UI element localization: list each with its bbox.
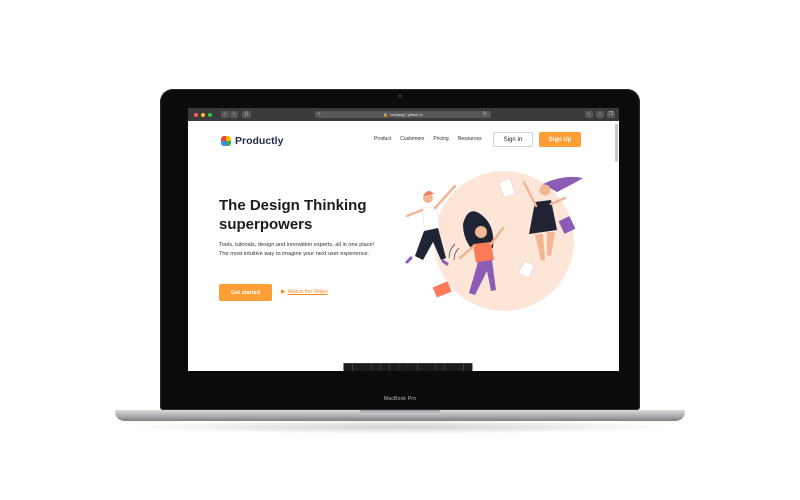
hero-title: The Design Thinking superpowers <box>219 197 367 233</box>
nav-customers[interactable]: Customers <box>400 136 424 142</box>
scrollbar[interactable] <box>615 124 618 162</box>
sidebar-icon[interactable]: ▯ <box>242 111 251 118</box>
get-started-button[interactable]: Get started <box>219 284 272 301</box>
watch-video-label: Watch the Video <box>287 288 328 295</box>
url-text: bchiang7.github.io <box>390 112 423 117</box>
close-window-icon[interactable] <box>194 112 198 117</box>
download-icon[interactable]: ↓ <box>585 111 593 118</box>
share-icon[interactable]: ↑ <box>596 111 604 118</box>
nav-pricing[interactable]: Pricing <box>433 136 448 142</box>
address-bar[interactable]: ≡ 🔒 bchiang7.github.io ↻ <box>315 111 491 118</box>
sign-in-button[interactable]: Sign In <box>493 132 533 147</box>
sign-up-button[interactable]: Sign Up <box>539 132 581 147</box>
site-logo[interactable]: Productly <box>221 135 283 147</box>
nav-resources[interactable]: Resources <box>458 136 482 142</box>
watch-video-link[interactable]: ▶ Watch the Video <box>281 288 328 296</box>
play-icon: ▶ <box>281 289 286 295</box>
reload-icon[interactable]: ↻ <box>483 111 487 117</box>
hero-description: Tools, tutorials, design and innovation … <box>219 242 375 257</box>
laptop-shadow <box>120 420 680 434</box>
section-heading-cutoff: ▀▀▀▀▀▀▀▀▀▀▀▀▀▀ <box>343 363 473 371</box>
forward-icon[interactable]: › <box>230 111 238 118</box>
hero-illustration <box>405 171 583 311</box>
camera-icon <box>398 94 402 98</box>
laptop-notch <box>360 410 440 414</box>
logo-text: Productly <box>235 135 284 147</box>
minimize-window-icon[interactable] <box>201 112 205 117</box>
zoom-window-icon[interactable] <box>208 112 212 117</box>
site-nav: Product Customers Pricing Resources <box>374 136 491 142</box>
logo-icon <box>221 136 231 146</box>
nav-product[interactable]: Product <box>374 136 391 142</box>
lock-icon: 🔒 <box>383 112 389 117</box>
browser-toolbar: ‹ › ▯ ≡ 🔒 bchiang7.github.io ↻ ↓ ↑ ❐ <box>188 108 619 121</box>
tabs-icon[interactable]: ❐ <box>607 111 615 118</box>
browser-window: ‹ › ▯ ≡ 🔒 bchiang7.github.io ↻ ↓ ↑ ❐ Pro… <box>188 108 619 371</box>
reader-icon[interactable]: ≡ <box>318 111 320 116</box>
device-brand-label: MacBook Pro <box>383 396 417 402</box>
back-icon[interactable]: ‹ <box>221 111 229 118</box>
